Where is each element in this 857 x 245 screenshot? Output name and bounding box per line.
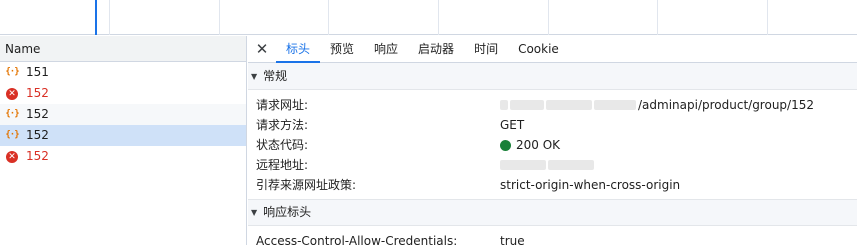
- timeline-gridline: [438, 0, 439, 35]
- kv-row: 远程地址:: [248, 155, 857, 175]
- timeline-gridline: [657, 0, 658, 35]
- triangle-down-icon: ▼: [251, 208, 258, 217]
- status-code-label: 状态代码:: [256, 138, 309, 152]
- request-name: 152: [26, 128, 49, 142]
- request-list: Name {·} 151 ✕ 152 {·} 152 {·} 152 ✕ 152: [0, 36, 247, 245]
- triangle-down-icon: ▼: [251, 71, 258, 81]
- json-icon: {·}: [5, 109, 19, 119]
- timeline-gridline: [328, 0, 329, 35]
- request-url-label: 请求网址:: [256, 98, 309, 112]
- tab-initiator[interactable]: 启动器: [408, 36, 464, 63]
- request-name: 151: [26, 65, 49, 79]
- redacted-text: [594, 100, 636, 110]
- response-headers-section: Access-Control-Allow-Credentials: true: [248, 226, 857, 245]
- timeline-marker: [95, 0, 97, 35]
- tab-preview[interactable]: 预览: [320, 36, 364, 63]
- general-section: 请求网址: /adminapi/product/group/152 请求方法: …: [248, 90, 857, 195]
- tab-cookies[interactable]: Cookie: [508, 36, 569, 63]
- request-row[interactable]: {·} 151: [0, 62, 246, 83]
- request-row[interactable]: ✕ 152: [0, 83, 246, 104]
- section-title: 响应标头: [263, 205, 312, 219]
- request-name: 152: [26, 107, 49, 121]
- request-detail-panel: ✕ 标头 预览 响应 启动器 时间 Cookie ▼ 常规 请求网址: /adm…: [248, 36, 857, 245]
- remote-address-value[interactable]: [500, 155, 596, 175]
- kv-row: 引荐来源网址政策: strict-origin-when-cross-origi…: [248, 175, 857, 195]
- status-code-value[interactable]: 200 OK: [500, 135, 560, 155]
- header-name: Access-Control-Allow-Credentials:: [256, 234, 458, 245]
- network-timeline: [0, 0, 857, 35]
- redacted-text: [548, 160, 594, 170]
- error-icon: ✕: [5, 87, 19, 101]
- request-name: 152: [26, 149, 49, 163]
- section-title: 常规: [263, 68, 288, 83]
- header-value[interactable]: true: [500, 231, 525, 245]
- request-method-label: 请求方法:: [256, 118, 309, 132]
- timeline-gridline: [109, 0, 110, 35]
- kv-row: 状态代码: 200 OK: [248, 135, 857, 155]
- general-section-header[interactable]: ▼ 常规: [248, 63, 857, 90]
- redacted-text: [500, 100, 508, 110]
- remote-address-label: 远程地址:: [256, 158, 309, 172]
- status-success-icon: [500, 139, 511, 151]
- response-headers-section-header[interactable]: ▼ 响应标头: [248, 199, 857, 226]
- request-row-selected[interactable]: {·} 152: [0, 125, 246, 146]
- timeline-gridline: [219, 0, 220, 35]
- request-method-value[interactable]: GET: [500, 115, 524, 135]
- kv-row: 请求方法: GET: [248, 115, 857, 135]
- json-icon: {·}: [5, 67, 19, 77]
- kv-row: 请求网址: /adminapi/product/group/152: [248, 95, 857, 115]
- tab-response[interactable]: 响应: [364, 36, 408, 63]
- tab-headers[interactable]: 标头: [276, 36, 321, 63]
- redacted-text: [500, 160, 546, 170]
- redacted-text: [546, 100, 592, 110]
- request-row[interactable]: ✕ 152: [0, 146, 246, 167]
- timeline-gridline: [767, 0, 768, 35]
- referrer-policy-label: 引荐来源网址政策:: [256, 178, 357, 192]
- referrer-policy-value[interactable]: strict-origin-when-cross-origin: [500, 175, 680, 195]
- kv-row: Access-Control-Allow-Credentials: true: [248, 231, 857, 245]
- timeline-gridline: [548, 0, 549, 35]
- detail-tabs: ✕ 标头 预览 响应 启动器 时间 Cookie: [248, 36, 857, 63]
- tab-timing[interactable]: 时间: [464, 36, 508, 63]
- close-icon[interactable]: ✕: [248, 40, 276, 58]
- request-row[interactable]: {·} 152: [0, 104, 246, 125]
- json-icon: {·}: [5, 130, 19, 140]
- request-url-value[interactable]: /adminapi/product/group/152: [500, 95, 814, 115]
- request-name: 152: [26, 86, 49, 100]
- redacted-text: [510, 100, 544, 110]
- name-column-header[interactable]: Name: [0, 36, 246, 62]
- error-icon: ✕: [5, 150, 19, 164]
